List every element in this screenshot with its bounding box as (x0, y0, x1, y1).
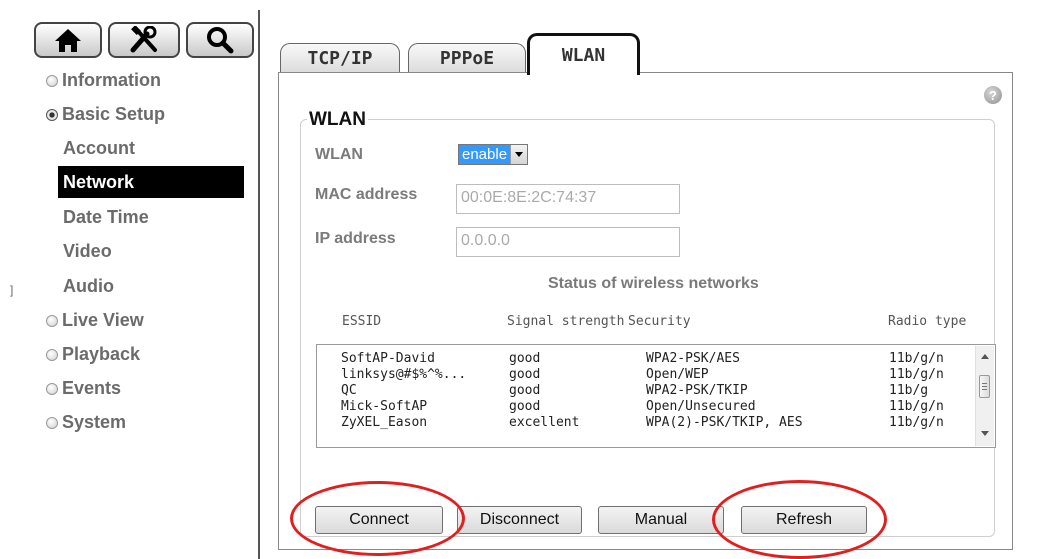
tab-tcp-ip[interactable]: TCP/IP (280, 43, 400, 73)
search-button[interactable] (186, 22, 254, 58)
signal-cell: good (509, 351, 541, 366)
security-cell: Open/WEP (646, 367, 709, 382)
edge-mark: ] (10, 283, 14, 297)
sidebar-section-basic-setup[interactable]: Basic Setup (46, 104, 165, 125)
wlan-select[interactable]: enable (458, 144, 529, 165)
collapsed-bullet-icon (46, 416, 58, 429)
sidebar-section-label: Information (62, 70, 161, 90)
sidebar-item-date-time[interactable]: Date Time (63, 207, 149, 228)
refresh-highlight-circle (712, 480, 887, 559)
column-header-radio: Radio type (888, 314, 967, 329)
essid-cell: linksys@#$%^%... (341, 367, 467, 382)
radio-cell: 11b/g/n (889, 351, 944, 366)
security-cell: Open/Unsecured (646, 399, 756, 414)
mac-address-label: MAC address (315, 186, 418, 203)
sidebar-item-audio[interactable]: Audio (63, 276, 114, 297)
sidebar-section-events[interactable]: Events (46, 378, 121, 399)
connect-highlight-circle (290, 481, 465, 556)
signal-cell: excellent (509, 415, 580, 430)
expanded-bullet-icon (46, 108, 58, 121)
scroll-down-icon[interactable] (981, 431, 989, 436)
sidebar-section-label: Basic Setup (62, 104, 166, 124)
scroll-thumb[interactable] (979, 375, 990, 398)
radio-cell: 11b/g/n (889, 415, 944, 430)
essid-cell: ZyXEL_Eason (341, 415, 428, 430)
ip-address-label: IP address (315, 230, 396, 247)
manual-button[interactable]: Manual (598, 506, 724, 534)
essid-cell: Mick-SoftAP (341, 399, 428, 414)
collapsed-bullet-icon (46, 382, 58, 395)
disconnect-button[interactable]: Disconnect (457, 506, 582, 534)
sidebar-section-system[interactable]: System (46, 412, 126, 433)
sidebar-divider (258, 10, 260, 559)
security-cell: WPA2-PSK/AES (646, 351, 740, 366)
column-header-security: Security (628, 314, 691, 329)
column-header-signal: Signal strength (507, 314, 625, 329)
sidebar-item-account[interactable]: Account (63, 138, 135, 159)
home-icon (55, 29, 81, 52)
search-icon (207, 27, 234, 54)
essid-cell: QC (341, 383, 357, 398)
collapsed-bullet-icon (46, 74, 58, 87)
sidebar-section-information[interactable]: Information (46, 70, 161, 91)
tab-wlan[interactable]: WLAN (527, 33, 640, 75)
essid-cell: SoftAP-David (341, 351, 435, 366)
sidebar-section-label: Events (62, 378, 122, 398)
sidebar-item-network[interactable]: Network (58, 166, 244, 198)
wlan-label: WLAN (315, 146, 363, 163)
wireless-networks-list[interactable]: SoftAP-David good WPA2-PSK/AES 11b/g/n l… (316, 344, 996, 448)
chevron-down-icon (510, 145, 528, 164)
fieldset-legend: WLAN (307, 109, 368, 131)
signal-cell: good (509, 399, 541, 414)
collapsed-bullet-icon (46, 314, 58, 327)
help-icon[interactable]: ? (984, 86, 1002, 104)
column-header-essid: ESSID (342, 314, 382, 329)
security-cell: WPA2-PSK/TKIP (646, 383, 748, 398)
sidebar-item-video[interactable]: Video (63, 241, 112, 262)
tools-icon (130, 26, 157, 53)
collapsed-bullet-icon (46, 348, 58, 361)
radio-cell: 11b/g/n (889, 399, 944, 414)
tab-pppoe[interactable]: PPPoE (408, 43, 526, 73)
list-scrollbar[interactable] (975, 346, 994, 446)
radio-cell: 11b/g/n (889, 367, 944, 382)
sidebar-section-live-view[interactable]: Live View (46, 310, 144, 331)
settings-button[interactable] (108, 22, 180, 58)
mac-address-field[interactable]: 00:0E:8E:2C:74:37 (456, 184, 680, 214)
sidebar-section-label: Live View (62, 310, 144, 330)
home-button[interactable] (34, 22, 102, 58)
wlan-select-value: enable (459, 145, 511, 164)
scroll-up-icon[interactable] (981, 354, 989, 359)
signal-cell: good (509, 383, 541, 398)
sidebar-section-playback[interactable]: Playback (46, 344, 140, 365)
radio-cell: 11b/g (889, 383, 929, 398)
ip-address-field[interactable]: 0.0.0.0 (456, 227, 680, 257)
security-cell: WPA(2)-PSK/TKIP, AES (646, 415, 803, 430)
sidebar-section-label: Playback (62, 344, 141, 364)
status-title: Status of wireless networks (548, 275, 759, 292)
signal-cell: good (509, 367, 541, 382)
sidebar-section-label: System (62, 412, 127, 432)
